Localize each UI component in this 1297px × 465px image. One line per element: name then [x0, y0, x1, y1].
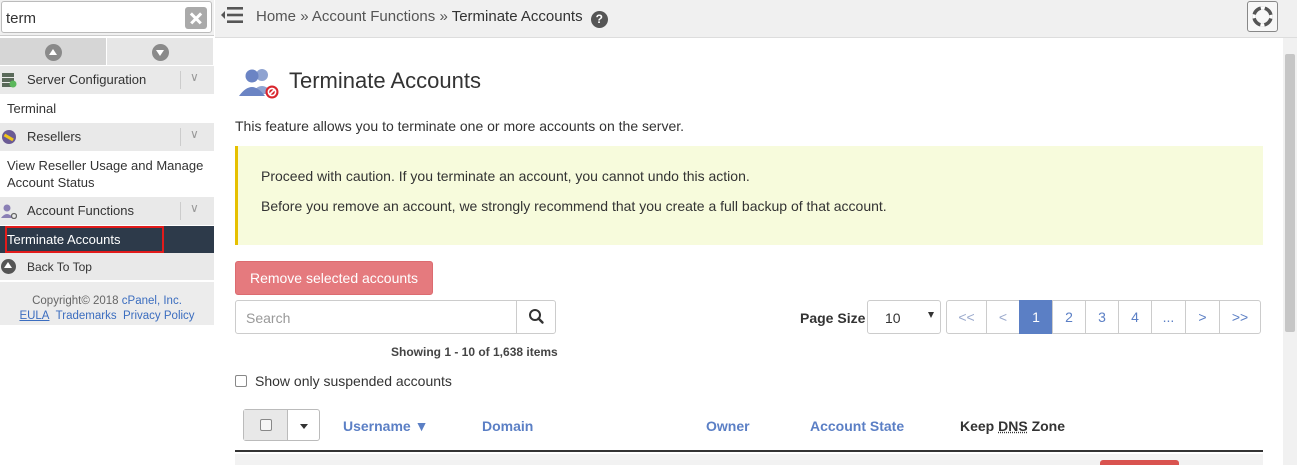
help-icon[interactable]: ? [591, 11, 608, 28]
pagination-next[interactable]: > [1185, 300, 1220, 334]
pagination-page-3[interactable]: 3 [1085, 300, 1119, 334]
warning-callout: Proceed with caution. If you terminate a… [235, 146, 1263, 245]
company-link[interactable]: cPanel, Inc. [122, 295, 182, 307]
sidebar-item-terminate-accounts[interactable]: Terminate Accounts [0, 226, 214, 253]
trademarks-link[interactable]: Trademarks [56, 310, 117, 322]
show-suspended-checkbox[interactable] [235, 375, 247, 387]
search-button[interactable] [516, 301, 555, 333]
select-all-dropdown[interactable] [243, 409, 320, 441]
pagination-first[interactable]: << [946, 300, 987, 334]
accounts-table-header: Username ▼ Domain Owner Account State Ke… [235, 405, 1263, 452]
column-account-state[interactable]: Account State [810, 418, 904, 434]
page-size-value: 10 [885, 310, 901, 326]
page-scrollbar[interactable] [1283, 38, 1297, 465]
sidebar-category-label: Server Configuration [27, 72, 146, 87]
sidebar-category-label: Resellers [27, 129, 81, 144]
sidebar-search-area [0, 0, 214, 36]
sidebar-search-input[interactable] [6, 6, 176, 30]
warning-text: Proceed with caution. If you terminate a… [261, 168, 750, 184]
account-search-input[interactable] [246, 309, 506, 327]
divider [180, 128, 181, 146]
column-owner[interactable]: Owner [706, 418, 750, 434]
chevron-down-icon[interactable]: ∨ [190, 127, 199, 141]
warning-text: Before you remove an account, we strongl… [261, 198, 887, 214]
back-to-top-icon [1, 259, 16, 274]
back-to-top-button[interactable]: Back To Top [0, 253, 214, 280]
sidebar: Server Configuration ∨ Terminal Reseller… [0, 0, 215, 465]
column-keep-dns-prefix: Keep [960, 418, 998, 434]
breadcrumb-home[interactable]: Home [256, 8, 296, 25]
privacy-policy-link[interactable]: Privacy Policy [123, 310, 195, 322]
pagination-page-4[interactable]: 4 [1118, 300, 1152, 334]
column-keep-dns-suffix: Zone [1028, 418, 1065, 434]
pagination-page-1[interactable]: 1 [1019, 300, 1053, 334]
column-domain[interactable]: Domain [482, 418, 533, 434]
sidebar-category-account-functions[interactable]: Account Functions ∨ [0, 197, 214, 225]
pagination-prev[interactable]: < [986, 300, 1020, 334]
lifebuoy-icon [1248, 2, 1277, 31]
sidebar-footer: Copyright© 2018 cPanel, Inc. EULA Tradem… [0, 282, 214, 325]
terminate-row-button[interactable] [1100, 460, 1179, 465]
chevron-down-icon[interactable]: ∨ [190, 70, 199, 84]
pagination: << < 1 2 3 4 ... > >> [946, 300, 1261, 334]
remove-selected-accounts-button[interactable]: Remove selected accounts [235, 261, 433, 295]
eula-link[interactable]: EULA [19, 310, 49, 322]
breadcrumb-account-functions[interactable]: Account Functions [312, 8, 435, 25]
account-search-group [235, 300, 556, 334]
sidebar-category-label: Account Functions [27, 203, 134, 218]
terminate-accounts-icon [235, 66, 281, 100]
column-username[interactable]: Username ▼ [343, 418, 428, 434]
scrollbar-thumb[interactable] [1285, 54, 1295, 332]
account-functions-icon [1, 203, 17, 219]
select-all-checkbox-area[interactable] [244, 410, 288, 440]
column-keep-dns-zone: Keep DNS Zone [960, 418, 1065, 434]
breadcrumb-current: Terminate Accounts [452, 8, 583, 25]
highlight-box [5, 226, 164, 253]
select-all-checkbox[interactable] [260, 419, 272, 431]
pagination-page-2[interactable]: 2 [1052, 300, 1086, 334]
sidebar-scroll-down-button[interactable] [107, 38, 214, 65]
sidebar-category-resellers[interactable]: Resellers ∨ [0, 123, 214, 151]
arrow-down-icon [152, 44, 169, 61]
search-icon [517, 301, 556, 333]
page-description: This feature allows you to terminate one… [235, 118, 684, 134]
copyright-text: Copyright© 2018 [32, 295, 118, 307]
pagination-last[interactable]: >> [1219, 300, 1261, 334]
items-count: Showing 1 - 10 of 1,638 items [391, 345, 558, 359]
menu-collapse-icon[interactable] [221, 6, 243, 24]
sidebar-scroll-up-button[interactable] [0, 38, 107, 65]
breadcrumb-separator: » [439, 8, 447, 25]
sidebar-search-box [1, 1, 212, 33]
sidebar-item-terminal[interactable]: Terminal [0, 100, 214, 117]
back-to-top-label: Back To Top [27, 260, 92, 274]
server-config-icon [1, 72, 17, 88]
main-content: Terminate Accounts This feature allows y… [215, 38, 1283, 465]
sidebar-item-view-reseller-usage[interactable]: View Reseller Usage and Manage Account S… [0, 157, 214, 191]
divider [180, 202, 181, 220]
sidebar-nav-arrows [0, 38, 214, 65]
page-title: Terminate Accounts [289, 68, 481, 94]
sidebar-category-server-configuration[interactable]: Server Configuration ∨ [0, 66, 214, 94]
page-size-label: Page Size [800, 310, 865, 326]
breadcrumb-separator: » [300, 8, 308, 25]
breadcrumb: Home » Account Functions » Terminate Acc… [256, 8, 608, 28]
page-size-select[interactable]: 10 [867, 300, 941, 334]
caret-down-icon [928, 312, 934, 318]
caret-down-icon[interactable] [300, 424, 308, 429]
table-row [235, 454, 1263, 465]
pagination-ellipsis[interactable]: ... [1151, 300, 1186, 334]
dns-abbreviation: DNS [998, 418, 1028, 434]
clear-search-icon[interactable] [185, 7, 207, 29]
arrow-up-icon [45, 44, 62, 61]
resellers-icon [1, 129, 17, 145]
top-bar: Home » Account Functions » Terminate Acc… [215, 0, 1297, 38]
chevron-down-icon[interactable]: ∨ [190, 201, 199, 215]
show-suspended-label: Show only suspended accounts [255, 373, 452, 389]
divider [180, 71, 181, 89]
support-button[interactable] [1247, 1, 1278, 32]
